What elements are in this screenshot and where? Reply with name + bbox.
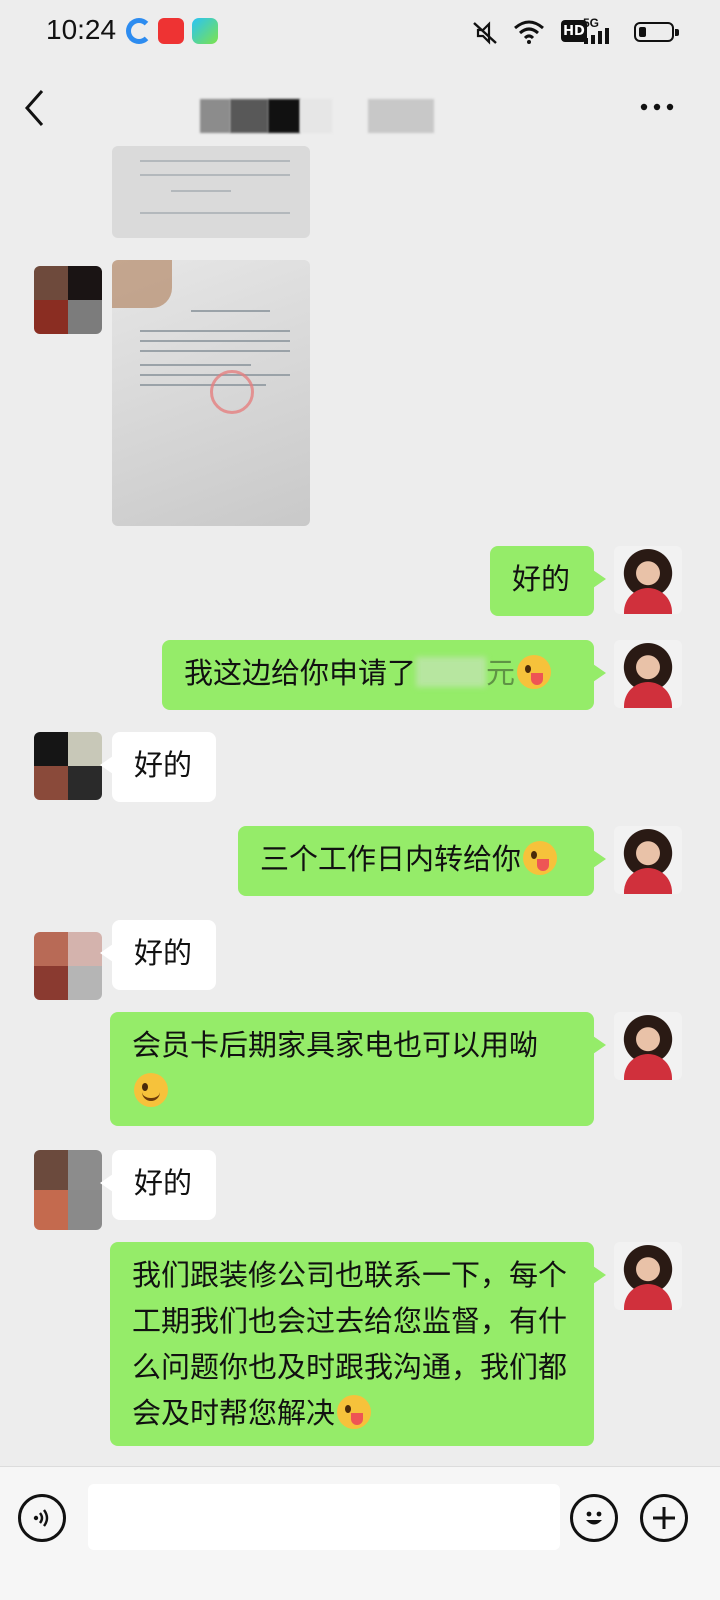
voice-icon[interactable] [18, 1494, 66, 1542]
mute-icon [473, 21, 497, 45]
wink-emoji-icon [517, 655, 552, 689]
contact-avatar[interactable] [34, 1150, 102, 1230]
app-notification-icon [126, 18, 152, 44]
message-input[interactable] [88, 1484, 560, 1550]
contact-avatar[interactable] [34, 932, 102, 1000]
plus-icon[interactable] [640, 1494, 688, 1542]
app-notification-icon [192, 18, 218, 44]
status-bar: 10:24 HD 5G [0, 0, 720, 64]
seal-stamp [210, 370, 254, 414]
wifi-icon [514, 20, 544, 44]
message-bubble-other[interactable]: 好的 [100, 920, 216, 990]
status-time: 10:24 [46, 14, 117, 45]
contact-avatar[interactable] [34, 266, 102, 334]
more-dots-icon[interactable] [640, 102, 674, 112]
message-bubble-mine[interactable]: 三个工作日内转给你 [238, 826, 606, 896]
chat-header [0, 64, 720, 154]
message-text-suffix: 元 [486, 656, 516, 690]
emoji-icon[interactable] [570, 1494, 618, 1542]
document-photo[interactable] [112, 146, 310, 238]
document-photo[interactable] [112, 260, 310, 526]
message-bubble-mine[interactable]: 我这边给你申请了 元 [162, 640, 606, 710]
battery-icon [634, 22, 679, 42]
message-bubble-mine[interactable]: 会员卡后期家具家电也可以用呦 [110, 1012, 606, 1126]
message-text: 会员卡后期家具家电也可以用呦 [132, 1028, 539, 1062]
input-bar [0, 1466, 720, 1600]
message-text: 好的 [134, 748, 193, 782]
message-bubble-other[interactable]: 好的 [100, 732, 216, 802]
my-avatar[interactable] [614, 546, 682, 614]
chat-title-redacted [200, 99, 440, 133]
message-bubble-other[interactable]: 好的 [100, 1150, 216, 1220]
my-avatar[interactable] [614, 640, 682, 708]
signal-icon [584, 28, 609, 44]
chevron-left-icon[interactable] [22, 88, 46, 128]
message-text: 我这边给你申请了 [184, 656, 417, 690]
app-notification-icon [158, 18, 184, 44]
smile-emoji-icon [134, 1073, 168, 1107]
redacted-amount [416, 657, 487, 687]
my-avatar[interactable] [614, 826, 682, 894]
wink-emoji-icon [337, 1395, 372, 1429]
message-text: 好的 [134, 936, 193, 970]
message-bubble-mine[interactable]: 好的 [490, 546, 606, 616]
my-avatar[interactable] [614, 1242, 682, 1310]
wink-emoji-icon [523, 841, 558, 875]
my-avatar[interactable] [614, 1012, 682, 1080]
message-bubble-mine[interactable]: 我们跟装修公司也联系一下，每个工期我们也会过去给您监督，有什么问题你也及时跟我沟… [110, 1242, 606, 1446]
message-text: 好的 [134, 1166, 193, 1200]
message-text: 好的 [512, 562, 571, 596]
message-text: 三个工作日内转给你 [260, 842, 522, 876]
contact-avatar[interactable] [34, 732, 102, 800]
